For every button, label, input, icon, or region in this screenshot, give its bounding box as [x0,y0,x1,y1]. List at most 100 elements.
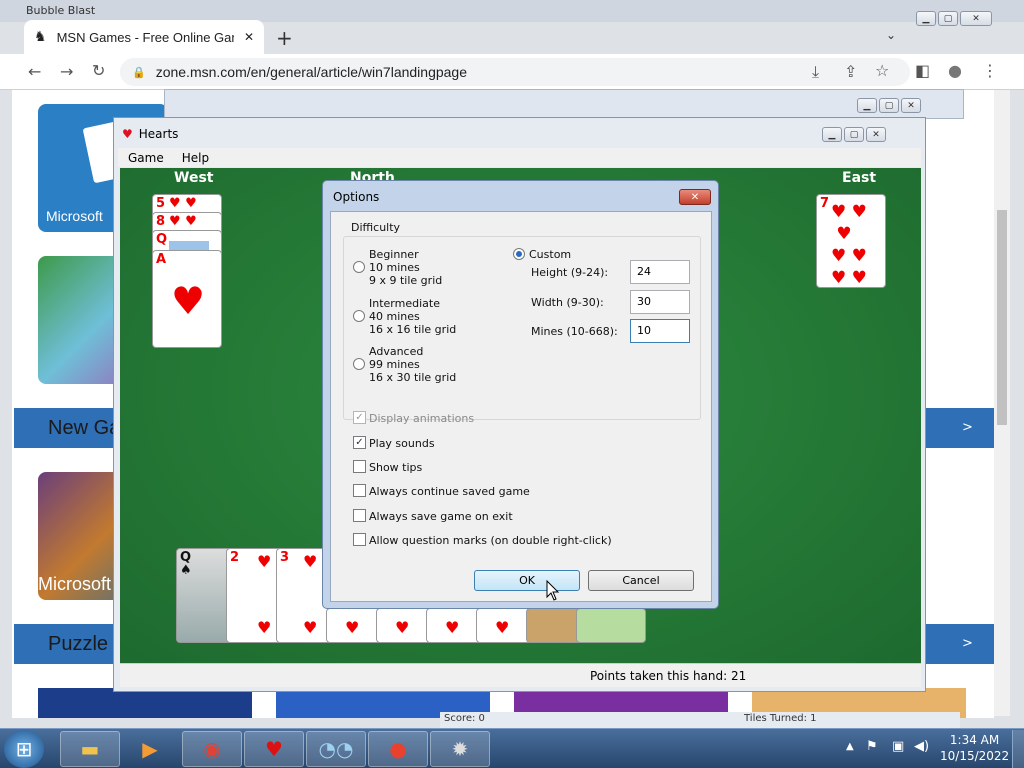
custom-radio[interactable] [513,248,525,260]
chrome-taskbar-button[interactable]: ◉ [182,731,242,767]
ok-button[interactable]: OK [474,570,580,591]
minesweeper-taskbar-button[interactable]: ✹ [430,731,490,767]
background-window-title: Bubble Blast [26,4,96,17]
explorer-taskbar-button[interactable]: ▬ [60,731,120,767]
start-button[interactable]: ⊞ [4,730,44,768]
tab-close-icon[interactable]: ✕ [244,30,254,44]
beginner-radio[interactable] [353,261,365,273]
menu-help[interactable]: Help [182,151,209,165]
cancel-button[interactable]: Cancel [588,570,694,591]
checkbox-label: Allow question marks (on double right-cl… [369,534,612,547]
advanced-option[interactable]: Advanced 99 mines 16 x 30 tile grid [369,345,456,384]
beginner-option[interactable]: Beginner 10 mines 9 x 9 tile grid [369,248,442,287]
minimize-button[interactable]: ▁ [916,11,936,26]
address-bar[interactable]: 🔒 zone.msn.com/en/general/article/win7la… [120,58,910,86]
heart-icon: ♥ [171,279,206,323]
menu-game[interactable]: Game [128,151,164,165]
width-label: Width (9-30): [531,296,604,309]
share-icon[interactable]: ⇪ [844,62,857,81]
profile-icon[interactable]: ● [948,61,962,80]
heart-icon: ♥ [303,618,318,637]
level-grid: 16 x 30 tile grid [369,371,457,384]
always-save-checkbox[interactable] [353,509,366,522]
new-tab-button[interactable]: + [276,26,293,50]
side-panel-icon[interactable]: ◧ [915,61,930,80]
scrollbar-thumb[interactable] [997,210,1007,425]
msn-favicon-icon: ♞ [34,29,47,45]
hand-card[interactable]: ♥ [326,608,382,643]
dialog-close-button[interactable]: ✕ [679,189,711,205]
options-dialog: Options ✕ Difficulty Beginner 10 mines 9… [322,180,719,609]
minesweeper-status-strip: Score: 0 Tiles Turned: 1 [440,712,960,728]
heart-icon: ♥ ♥ ♥ ♥ ♥ ♥ ♥ [831,202,867,288]
action-center-icon[interactable]: ⚑ [866,739,878,754]
dialog-body: Difficulty Beginner 10 mines 9 x 9 tile … [330,211,712,602]
volume-icon[interactable]: ◀) [914,739,929,754]
minimize-button[interactable]: ▁ [822,127,842,142]
points-status-text: Points taken this hand: 21 [590,669,747,683]
maximize-button[interactable]: ▢ [938,11,958,26]
mines-input[interactable]: 10 [630,319,690,343]
card-rank: A [156,252,167,267]
hearts-taskbar-button[interactable]: ♥ [244,731,304,767]
bookmark-star-icon[interactable]: ☆ [875,61,889,80]
card-west-4: A ♥ [152,250,222,348]
show-desktop-button[interactable] [1012,730,1024,768]
level-grid: 9 x 9 tile grid [369,274,443,287]
advanced-radio[interactable] [353,358,365,370]
intermediate-option[interactable]: Intermediate 40 mines 16 x 16 tile grid [369,297,456,336]
media-taskbar-button[interactable]: ▶ [120,731,180,767]
hand-card[interactable]: ♥ [476,608,532,643]
maximize-button[interactable]: ▢ [879,98,899,113]
checkbox-label: Display animations [369,412,475,425]
minimize-button[interactable]: ▁ [857,98,877,113]
url-text: zone.msn.com/en/general/article/win7land… [155,64,468,80]
hand-card-king[interactable] [576,608,646,643]
browser-tab[interactable]: ♞ MSN Games - Free Online Game ✕ [24,20,264,54]
network-icon[interactable]: ▣ [892,739,904,754]
always-continue-checkbox[interactable] [353,484,366,497]
close-button[interactable]: ✕ [960,11,992,26]
minesweeper-window-controls: ▁ ▢ ✕ [857,98,921,113]
hearts-menubar: Game Help [118,148,921,167]
score-text: Score: 0 [444,713,485,724]
show-tips-checkbox[interactable] [353,460,366,473]
heart-icon: ♥ [257,618,272,637]
checkbox-label: Always continue saved game [369,485,530,498]
reload-icon[interactable]: ↻ [92,61,105,80]
chrome-menu-icon[interactable]: ⋮ [982,61,998,80]
band-arrow-icon[interactable]: > [962,636,973,651]
tray-expand-icon[interactable]: ▲ [846,741,854,752]
clock-time: 1:34 AM [949,733,1000,747]
back-icon[interactable]: ← [28,62,41,81]
install-icon[interactable]: ⤓ [812,62,819,82]
lock-icon[interactable]: 🔒 [132,66,146,79]
tab-search-button[interactable]: ⌄ [886,28,896,42]
hand-card-jack[interactable] [526,608,582,643]
game-taskbar-button[interactable]: ● [368,731,428,767]
band-arrow-icon[interactable]: > [962,420,973,435]
level-mines: 10 mines [369,261,420,274]
hand-card[interactable]: ♥ [376,608,432,643]
system-clock[interactable]: 1:34 AM 10/15/2022 [940,732,1009,764]
height-input[interactable]: 24 [630,260,690,284]
question-marks-checkbox[interactable] [353,533,366,546]
hand-card[interactable]: ♥ [426,608,482,643]
play-sounds-checkbox[interactable]: ✓ [353,436,366,449]
width-input[interactable]: 30 [630,290,690,314]
intermediate-radio[interactable] [353,310,365,322]
game-tile-bottom-1[interactable] [38,688,252,718]
close-button[interactable]: ✕ [901,98,921,113]
display-animations-checkbox[interactable]: ✓ [353,411,366,424]
custom-label: Custom [529,248,572,261]
level-grid: 16 x 16 tile grid [369,323,457,336]
eyes-taskbar-button[interactable]: ◔◔ [306,731,366,767]
hand-card-2-hearts[interactable]: 2 ♥ ♥ [226,548,282,643]
maximize-button[interactable]: ▢ [844,127,864,142]
hand-card-q-spades[interactable]: Q ♠ [176,548,232,643]
hearts-app-icon: ♥ [122,127,133,141]
forward-icon[interactable]: → [60,62,73,81]
hearts-statusbar: Points taken this hand: 21 [120,663,921,687]
heart-icon: ♥ [495,618,510,637]
close-button[interactable]: ✕ [866,127,886,142]
